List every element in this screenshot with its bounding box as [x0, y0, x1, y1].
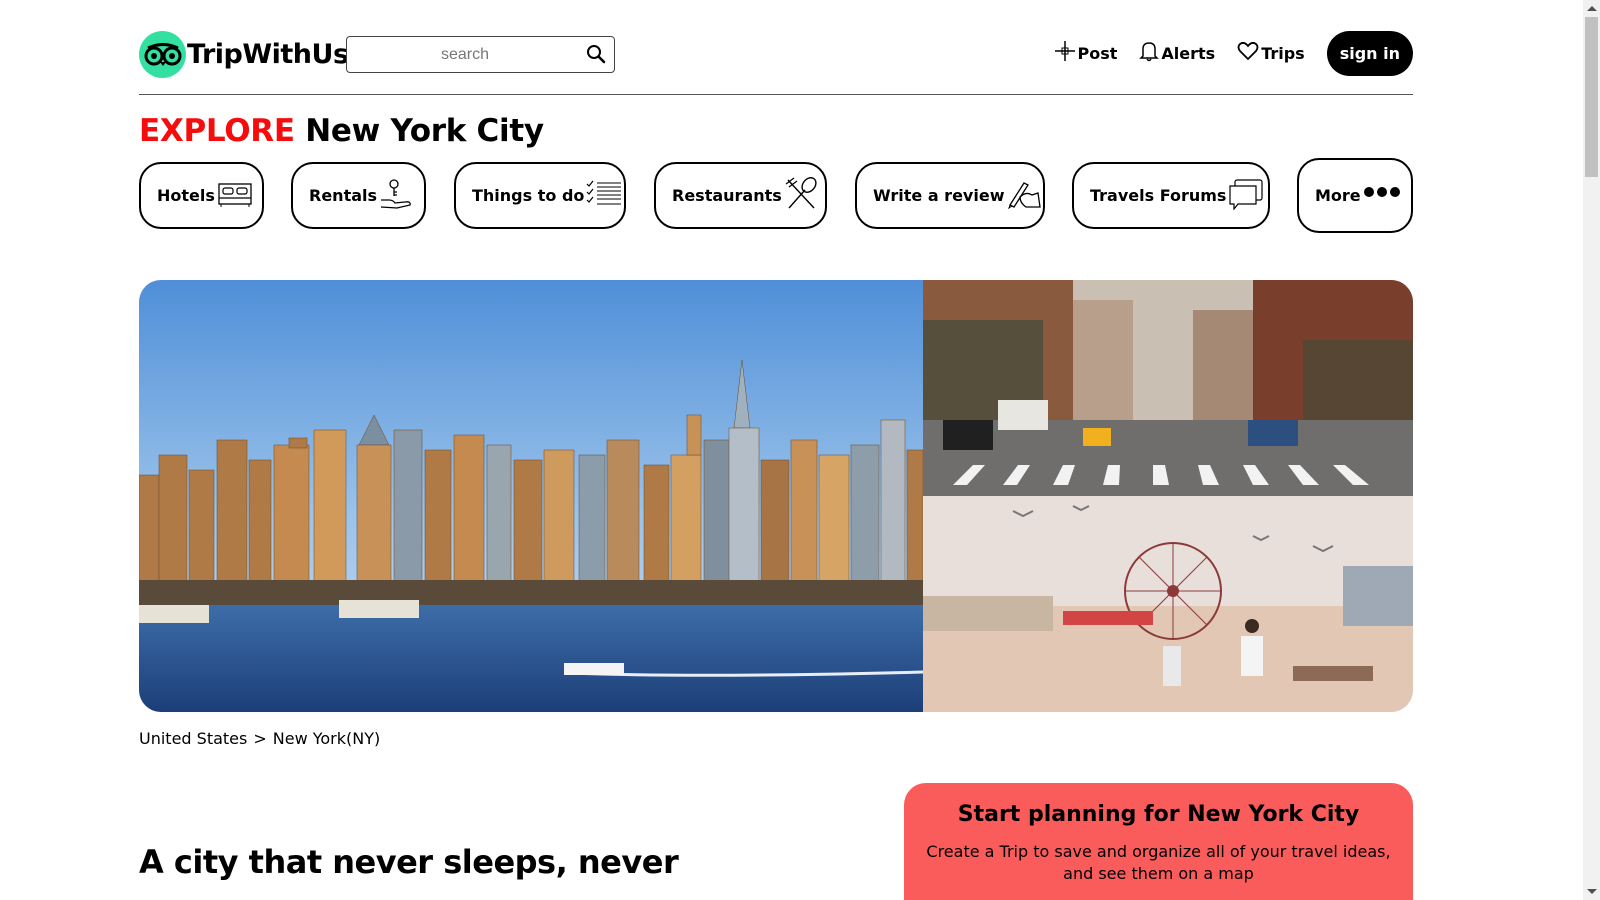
- category-things-to-do[interactable]: Things to do: [454, 162, 626, 229]
- trips-label: Trips: [1261, 43, 1305, 63]
- category-hotels-label: Hotels: [157, 186, 215, 205]
- pen-hand-icon: [1004, 179, 1042, 213]
- title-accent: EXPLORE: [139, 113, 295, 149]
- category-restaurants[interactable]: Restaurants: [654, 162, 827, 229]
- breadcrumb: United States > New York(NY): [139, 729, 380, 748]
- sign-in-button[interactable]: sign in: [1326, 30, 1413, 76]
- search-icon[interactable]: [586, 44, 606, 68]
- logo[interactable]: TripWithUs: [139, 31, 349, 78]
- category-rentals-label: Rentals: [309, 186, 378, 205]
- search-box[interactable]: [346, 36, 615, 73]
- section-headline: A city that never sleeps, never: [139, 843, 679, 881]
- alerts-label: Alerts: [1161, 43, 1216, 63]
- owl-logo-icon: [139, 31, 186, 78]
- category-travel-forums[interactable]: Travels Forums: [1072, 162, 1270, 229]
- heart-icon: [1237, 41, 1261, 65]
- category-write-review[interactable]: Write a review: [855, 162, 1045, 229]
- title-city: New York City: [305, 113, 544, 149]
- more-dots-icon: [1361, 186, 1401, 205]
- logo-text: TripWithUs: [187, 39, 349, 70]
- alerts-link[interactable]: Alerts: [1139, 40, 1215, 66]
- category-more[interactable]: More: [1297, 158, 1413, 233]
- bell-icon: [1139, 40, 1161, 66]
- category-review-label: Write a review: [873, 186, 1005, 205]
- category-more-label: More: [1315, 186, 1361, 205]
- scroll-down-arrow-icon[interactable]: [1587, 889, 1597, 894]
- checklist-icon: [584, 180, 622, 212]
- breadcrumb-country[interactable]: United States: [139, 729, 247, 748]
- scroll-up-arrow-icon[interactable]: [1587, 6, 1597, 11]
- post-link[interactable]: Post: [1054, 40, 1118, 66]
- fork-spoon-icon: [782, 176, 820, 216]
- category-things-label: Things to do: [472, 186, 585, 205]
- plan-text: Create a Trip to save and organize all o…: [926, 842, 1391, 883]
- trips-link[interactable]: Trips: [1237, 41, 1305, 65]
- category-restaurants-label: Restaurants: [672, 186, 782, 205]
- top-nav: Post Alerts Trips sign in: [1054, 30, 1413, 76]
- vertical-scrollbar[interactable]: [1583, 0, 1600, 900]
- skyline-photo[interactable]: [139, 280, 923, 712]
- post-label: Post: [1077, 43, 1118, 63]
- category-forums-label: Travels Forums: [1090, 186, 1227, 205]
- plus-icon: [1054, 40, 1078, 66]
- category-hotels[interactable]: Hotels: [139, 162, 264, 229]
- street-photo[interactable]: [923, 280, 1413, 496]
- beach-photo[interactable]: [923, 496, 1413, 712]
- photo-gallery: [139, 280, 1413, 712]
- search-input[interactable]: [355, 43, 575, 67]
- scroll-thumb[interactable]: [1585, 17, 1598, 177]
- chat-bubbles-icon: [1226, 178, 1264, 214]
- bed-icon: [215, 180, 253, 212]
- page-title: EXPLORE New York City: [139, 113, 544, 149]
- key-hand-icon: [377, 178, 413, 214]
- category-rentals[interactable]: Rentals: [291, 162, 426, 229]
- breadcrumb-state[interactable]: New York(NY): [273, 729, 381, 748]
- plan-trip-card: Start planning for New York City Create …: [904, 783, 1413, 900]
- plan-title: Start planning for New York City: [957, 802, 1360, 827]
- breadcrumb-separator: >: [253, 729, 267, 748]
- site-header: TripWithUs Post Alerts Trip: [139, 24, 1413, 95]
